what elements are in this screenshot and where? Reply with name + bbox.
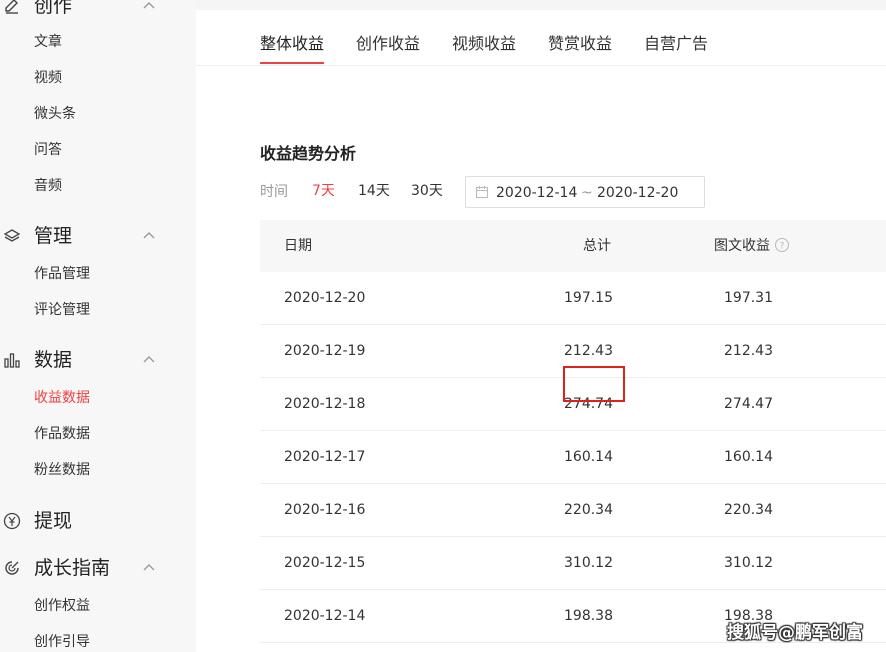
sidebar-item-earnings-data[interactable]: 收益数据 (34, 389, 90, 407)
sidebar-section-label: 成长指南 (34, 557, 111, 579)
sidebar-item-qa[interactable]: 问答 (34, 141, 62, 159)
cell-graphic-earnings: 212.43 (724, 343, 773, 359)
earnings-tabs: 整体收益 创作收益 视频收益 赞赏收益 自营广告 (196, 10, 886, 66)
section-title: 收益趋势分析 (260, 144, 357, 163)
table-row: 2020-12-16 220.34 220.34 (260, 484, 886, 537)
sidebar-item-micro-post[interactable]: 微头条 (34, 105, 76, 123)
cell-date: 2020-12-15 (284, 555, 366, 571)
sidebar-item-creator-guide[interactable]: 创作引导 (34, 633, 90, 651)
time-filter-label: 时间 (260, 184, 288, 200)
column-header-date: 日期 (284, 238, 312, 254)
sidebar-section-data[interactable]: 数据 (0, 345, 196, 375)
cell-graphic-earnings: 274.47 (724, 396, 773, 412)
cell-total: 198.38 (564, 608, 613, 624)
cell-graphic-earnings: 310.12 (724, 555, 773, 571)
cell-graphic-earnings: 197.31 (724, 290, 773, 306)
main-panel: 整体收益 创作收益 视频收益 赞赏收益 自营广告 收益趋势分析 时间 7天 14… (196, 10, 886, 652)
sidebar-section-growth[interactable]: 成长指南 (0, 553, 196, 583)
tab-self-ads[interactable]: 自营广告 (644, 34, 708, 54)
sidebar-section-label: 提现 (34, 510, 73, 532)
sidebar-section-label: 创作 (34, 0, 73, 17)
date-range-picker[interactable]: 2020-12-14 ~ 2020-12-20 (465, 176, 705, 208)
cell-graphic-earnings: 160.14 (724, 449, 773, 465)
sidebar-section-label: 管理 (34, 225, 73, 247)
sidebar-item-video[interactable]: 视频 (34, 69, 62, 87)
chevron-up-icon[interactable] (142, 353, 156, 367)
cell-date: 2020-12-19 (284, 343, 366, 359)
help-icon[interactable]: ? (774, 237, 790, 253)
bar-chart-icon (4, 353, 20, 368)
column-header-total: 总计 (583, 238, 611, 254)
cell-date: 2020-12-17 (284, 449, 366, 465)
table-row: 2020-12-20 197.15 197.31 (260, 272, 886, 325)
sidebar-item-fans-data[interactable]: 粉丝数据 (34, 461, 90, 479)
cell-total: 160.14 (564, 449, 613, 465)
calendar-icon (475, 186, 489, 199)
active-tab-indicator (260, 62, 324, 64)
yuan-coin-icon (3, 512, 21, 530)
cell-date: 2020-12-14 (284, 608, 366, 624)
sidebar-section-manage[interactable]: 管理 (0, 221, 196, 251)
sidebar-section-create[interactable]: 创作 (0, 0, 196, 21)
tab-creation-earnings[interactable]: 创作收益 (356, 34, 420, 54)
range-30-days[interactable]: 30天 (411, 182, 443, 200)
column-header-graphic-earnings: 图文收益 (714, 238, 770, 254)
date-separator: ~ (581, 185, 593, 201)
growth-icon (5, 561, 19, 575)
cell-date: 2020-12-16 (284, 502, 366, 518)
table-header: 日期 总计 图文收益 ? (260, 220, 886, 272)
tab-tip-earnings[interactable]: 赞赏收益 (548, 34, 612, 54)
cell-date: 2020-12-18 (284, 396, 366, 412)
tab-overall-earnings[interactable]: 整体收益 (260, 34, 324, 54)
chevron-up-icon[interactable] (142, 561, 156, 575)
range-14-days[interactable]: 14天 (358, 182, 390, 200)
pencil-icon (5, 0, 18, 14)
cell-graphic-earnings: 220.34 (724, 502, 773, 518)
svg-text:?: ? (780, 242, 785, 252)
date-end: 2020-12-20 (597, 185, 679, 201)
date-start: 2020-12-14 (496, 185, 578, 201)
sidebar-item-audio[interactable]: 音频 (34, 177, 62, 195)
table-row: 2020-12-17 160.14 160.14 (260, 431, 886, 484)
cell-date: 2020-12-20 (284, 290, 366, 306)
sidebar-item-comments-manage[interactable]: 评论管理 (34, 301, 90, 319)
chevron-up-icon[interactable] (142, 229, 156, 243)
sidebar-section-withdraw[interactable]: 提现 (0, 506, 196, 536)
layers-icon (3, 229, 21, 242)
annotation-highlight-box (563, 366, 625, 402)
chevron-up-icon[interactable] (142, 0, 156, 13)
watermark: 搜狐号@鹏军创富 (727, 623, 863, 643)
table-row: 2020-12-15 310.12 310.12 (260, 537, 886, 590)
sidebar-item-creator-rights[interactable]: 创作权益 (34, 597, 90, 615)
cell-total: 197.15 (564, 290, 613, 306)
sidebar-section-label: 数据 (34, 349, 73, 371)
sidebar-item-article[interactable]: 文章 (34, 33, 62, 51)
tab-video-earnings[interactable]: 视频收益 (452, 34, 516, 54)
cell-total: 310.12 (564, 555, 613, 571)
sidebar-item-works-data[interactable]: 作品数据 (34, 425, 90, 443)
sidebar: 创作 文章 视频 微头条 问答 音频 管理 作品管理 评论管理 数据 收益数据 … (0, 0, 196, 652)
cell-total: 212.43 (564, 343, 613, 359)
cell-total: 220.34 (564, 502, 613, 518)
sidebar-item-works-manage[interactable]: 作品管理 (34, 265, 90, 283)
range-7-days[interactable]: 7天 (312, 182, 335, 200)
